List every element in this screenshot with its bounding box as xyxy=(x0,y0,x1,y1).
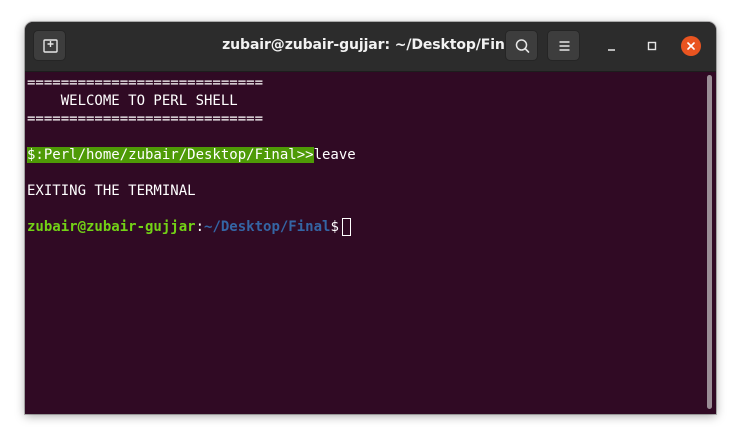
shell-symbol: $ xyxy=(330,219,339,235)
close-button[interactable] xyxy=(681,36,701,56)
perl-command: leave xyxy=(313,147,356,163)
exit-message: EXITING THE TERMINAL xyxy=(27,183,196,199)
search-button[interactable] xyxy=(505,30,538,61)
text-cursor xyxy=(341,218,351,236)
minimize-icon xyxy=(608,49,615,51)
scrollbar[interactable] xyxy=(707,75,712,409)
shell-prompt-line[interactable]: zubair@zubair-gujjar:~/Desktop/Final$ xyxy=(27,218,351,236)
close-icon xyxy=(687,42,695,50)
banner-top-line: ============================ xyxy=(27,75,264,91)
title-bar: zubair@zubair-gujjar: ~/Desktop/Final xyxy=(25,22,716,72)
maximize-button[interactable] xyxy=(642,36,662,56)
new-tab-icon xyxy=(43,39,58,53)
shell-path: ~/Desktop/Final xyxy=(204,219,331,235)
shell-separator: : xyxy=(195,219,205,235)
perl-prompt: $:Perl/home/zubair/Desktop/Final>> xyxy=(27,147,314,163)
shell-user-host: zubair@zubair-gujjar xyxy=(27,219,196,235)
search-icon xyxy=(515,39,530,53)
minimize-button[interactable] xyxy=(602,36,622,56)
menu-button[interactable] xyxy=(547,30,580,61)
banner-welcome-text: WELCOME TO PERL SHELL xyxy=(27,93,238,109)
hamburger-menu-icon xyxy=(559,41,570,51)
banner-bottom-line: ============================ xyxy=(27,111,264,127)
terminal-window: zubair@zubair-gujjar: ~/Desktop/Final ==… xyxy=(25,22,716,414)
perl-command-line: $:Perl/home/zubair/Desktop/Final>>leave xyxy=(27,146,356,164)
maximize-icon xyxy=(647,41,657,51)
terminal-output[interactable]: ============================ WELCOME TO … xyxy=(25,72,716,414)
new-tab-button[interactable] xyxy=(33,30,66,61)
